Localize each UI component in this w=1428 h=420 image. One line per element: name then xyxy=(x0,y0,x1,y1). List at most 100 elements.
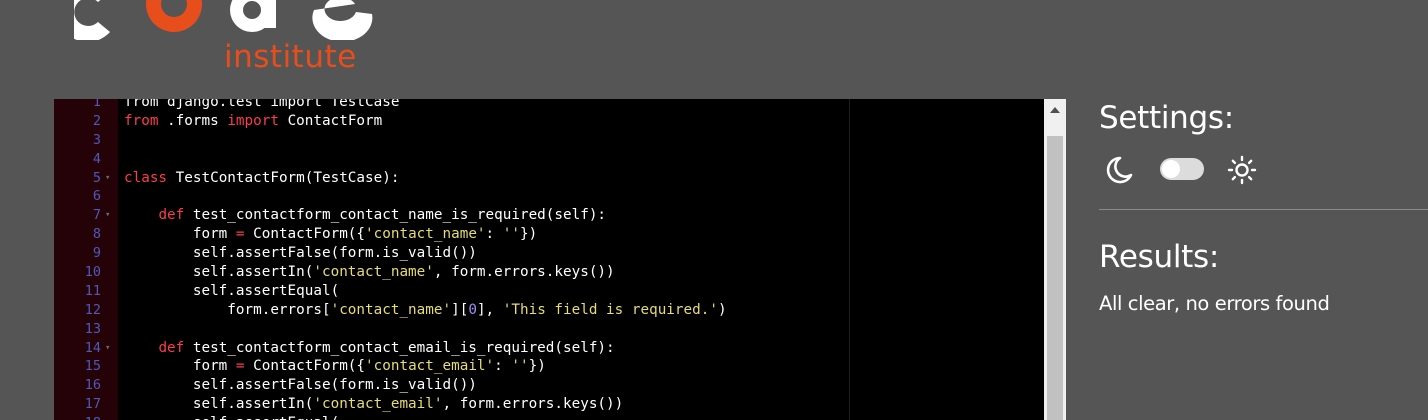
code-line[interactable]: 13 xyxy=(54,320,1044,339)
code-token: 'This field is required.' xyxy=(502,301,718,318)
code-token: self.assertEqual( xyxy=(124,282,340,299)
fold-arrow-icon[interactable]: ▾ xyxy=(105,339,110,358)
line-number: 8 xyxy=(92,226,101,243)
code-text: form.errors['contact_name'][0], 'This fi… xyxy=(124,301,727,320)
code-token: test_contactform_contact_name_is_require… xyxy=(184,207,607,224)
code-token: }) xyxy=(519,226,538,243)
logo-wordmark xyxy=(74,0,373,40)
code-line[interactable]: 3 xyxy=(54,131,1044,150)
line-number: 6 xyxy=(92,188,101,205)
code-token: : xyxy=(494,358,512,375)
code-text: self.assertFalse(form.is_valid()) xyxy=(124,376,477,395)
code-token: 'contact_name' xyxy=(330,301,452,318)
code-token: def xyxy=(158,207,185,224)
code-text: self.assertEqual( xyxy=(124,282,339,301)
code-token: '' xyxy=(502,226,520,243)
scrollbar-thumb[interactable] xyxy=(1047,136,1063,420)
settings-panel: Settings: Results: All clear, no errors … xyxy=(1099,0,1428,420)
code-text: form = ContactForm({'contact_name': ''}) xyxy=(124,225,537,244)
code-token: test_contactform_contact_email_is_requir… xyxy=(184,339,615,356)
code-token: self.assertEqual( xyxy=(124,415,339,420)
arrow-up-icon xyxy=(1050,107,1060,113)
fold-arrow-icon[interactable]: ▾ xyxy=(105,206,110,225)
code-token: .forms xyxy=(158,112,228,129)
code-token: , form.errors.keys()) xyxy=(442,396,624,413)
moon-icon xyxy=(1106,156,1133,184)
code-line[interactable]: 16 self.assertFalse(form.is_valid()) xyxy=(54,376,1044,395)
fold-arrow-icon[interactable]: ▾ xyxy=(105,169,110,188)
line-number: 2 xyxy=(92,112,101,129)
code-token: ], xyxy=(476,301,503,318)
sun-icon xyxy=(1227,155,1257,185)
code-token: from xyxy=(124,112,159,129)
results-message: All clear, no errors found xyxy=(1099,292,1330,315)
code-text: from .forms import ContactForm xyxy=(124,112,382,131)
code-lines[interactable]: 1 from django.test import TestCase 2 from .… xyxy=(54,99,1044,420)
code-token: self.assertFalse(form.is_valid()) xyxy=(124,377,477,394)
code-token: TestContactForm(TestCase): xyxy=(167,169,400,186)
line-number: 13 xyxy=(84,320,101,337)
code-token: self.assertFalse(form.is_valid()) xyxy=(124,245,477,262)
code-token: def xyxy=(158,339,185,356)
code-token: = xyxy=(235,226,245,243)
code-line[interactable]: 7 ▾ def test_contactform_contact_name_is_… xyxy=(54,206,1044,225)
line-number: 17 xyxy=(84,396,101,413)
code-token: form xyxy=(124,226,236,243)
settings-heading: Settings: xyxy=(1099,100,1234,136)
code-token: ContactForm xyxy=(278,112,383,129)
line-number: 10 xyxy=(84,264,101,281)
code-line[interactable]: 17 self.assertIn('contact_email', form.e… xyxy=(54,395,1044,414)
code-token: 'contact_name' xyxy=(365,226,486,243)
code-token: from django.test import TestCase xyxy=(124,99,400,110)
line-number: 18 xyxy=(54,414,101,420)
code-token: self.assertIn( xyxy=(124,264,314,281)
code-text: from django.test import TestCase xyxy=(124,99,399,112)
code-line[interactable]: 12 form.errors['contact_name'][0], 'This… xyxy=(54,301,1044,320)
code-token: form.errors[ xyxy=(124,301,331,318)
code-token: }) xyxy=(528,358,546,375)
line-number: 5 xyxy=(92,169,101,186)
code-line[interactable]: 9 self.assertFalse(form.is_valid()) xyxy=(54,244,1044,263)
code-token: ContactForm({ xyxy=(244,226,366,243)
code-token: form xyxy=(124,358,236,375)
code-line[interactable]: 8 form = ContactForm({'contact_name': ''… xyxy=(54,225,1044,244)
results-heading: Results: xyxy=(1099,239,1219,275)
code-text: def test_contactform_contact_name_is_req… xyxy=(124,206,606,225)
code-line[interactable]: 4 xyxy=(54,150,1044,169)
code-token: ) xyxy=(717,301,727,318)
code-line[interactable]: 5 ▾ class TestContactForm(TestCase): xyxy=(54,169,1044,188)
code-line[interactable]: 10 self.assertIn('contact_name', form.er… xyxy=(54,263,1044,282)
line-number: 15 xyxy=(84,358,101,375)
code-token: import xyxy=(227,112,279,129)
code-text: self.assertIn('contact_email', form.erro… xyxy=(124,395,623,414)
code-token: 'contact_name' xyxy=(313,264,434,281)
line-number: 1 xyxy=(92,99,101,110)
code-line[interactable]: 15 form = ContactForm({'contact_email': … xyxy=(54,357,1044,376)
code-line[interactable]: 1 from django.test import TestCase xyxy=(54,99,1044,112)
code-line[interactable]: 18 self.assertEqual( xyxy=(54,414,1044,420)
code-text: form = ContactForm({'contact_email': ''}… xyxy=(124,357,546,376)
line-number: 16 xyxy=(84,377,101,394)
code-editor[interactable]: 1 from django.test import TestCase 2 from .… xyxy=(54,99,1066,420)
code-text: def test_contactform_contact_email_is_re… xyxy=(124,339,615,358)
code-institute-logo: institute xyxy=(74,0,394,80)
scroll-up-button[interactable] xyxy=(1044,99,1066,121)
code-token: , form.errors.keys()) xyxy=(433,264,615,281)
code-line[interactable]: 11 self.assertEqual( xyxy=(54,282,1044,301)
vertical-scrollbar[interactable] xyxy=(1044,99,1066,420)
code-line[interactable]: 6 xyxy=(54,187,1044,206)
code-text: self.assertIn('contact_name', form.error… xyxy=(124,263,615,282)
code-token: self.assertIn( xyxy=(124,396,314,413)
theme-toggle[interactable] xyxy=(1160,158,1204,180)
code-token: ][ xyxy=(451,301,469,318)
code-token: 'contact_email' xyxy=(365,358,495,375)
code-token: 'contact_email' xyxy=(313,396,443,413)
code-line[interactable]: 2 from .forms import ContactForm xyxy=(54,112,1044,131)
code-line[interactable]: 14 ▾ def test_contactform_contact_email_i… xyxy=(54,339,1044,358)
code-text: self.assertFalse(form.is_valid()) xyxy=(124,244,477,263)
line-number: 7 xyxy=(92,207,101,224)
code-token: : xyxy=(485,226,503,243)
code-token: class xyxy=(124,169,168,186)
